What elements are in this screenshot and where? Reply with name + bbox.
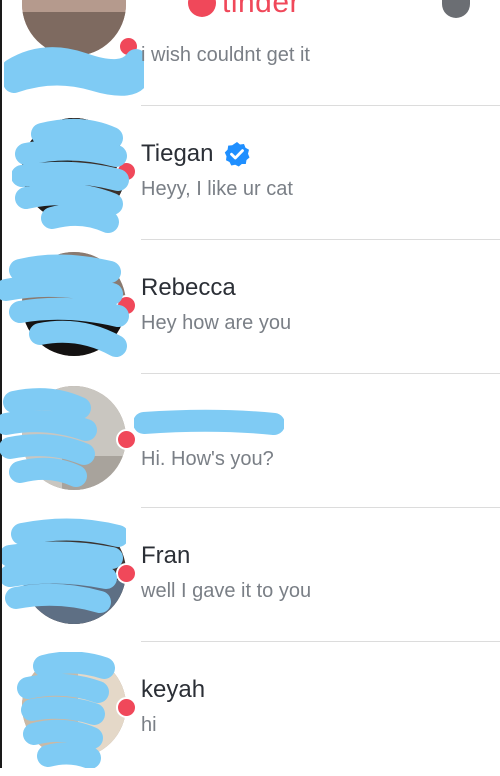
- contact-name-text: Fran: [141, 542, 191, 569]
- contact-name-text: Tiegan: [141, 140, 214, 167]
- avatar[interactable]: [22, 654, 126, 758]
- contact-name: Tiegan: [141, 140, 250, 168]
- conversation-row[interactable]: Rebecca Hey how are you: [0, 240, 500, 374]
- verified-badge-icon: [224, 142, 249, 167]
- unread-dot: [116, 697, 137, 718]
- avatar[interactable]: [22, 252, 126, 356]
- contact-name-text: keyah: [141, 676, 206, 703]
- contact-name-text: Rebecca: [141, 274, 236, 301]
- conversation-row[interactable]: i wish couldnt get it: [0, 0, 500, 106]
- message-preview: Heyy, I like ur cat: [141, 178, 293, 200]
- contact-name: Rebecca: [141, 274, 236, 302]
- unread-dot: [116, 429, 137, 450]
- conversation-row[interactable]: keyah hi: [0, 642, 500, 776]
- message-preview: Hey how are you: [141, 312, 292, 334]
- message-preview: Hi. How's you?: [141, 448, 274, 470]
- unread-dot: [116, 295, 137, 316]
- redacted-name: [134, 409, 284, 435]
- avatar[interactable]: [22, 118, 126, 222]
- contact-name: Fran: [141, 542, 190, 570]
- conversation-row[interactable]: Fran well I gave it to you: [0, 508, 500, 642]
- conversation-row[interactable]: Tiegan Heyy, I like ur cat: [0, 106, 500, 240]
- unread-dot: [116, 563, 137, 584]
- avatar[interactable]: [22, 0, 126, 56]
- contact-name: keyah: [141, 676, 205, 704]
- unread-dot: [116, 161, 137, 182]
- message-preview: i wish couldnt get it: [141, 44, 310, 66]
- message-preview: hi: [141, 714, 157, 736]
- unread-dot: [118, 36, 139, 57]
- avatar[interactable]: [22, 386, 126, 490]
- message-preview: well I gave it to you: [141, 580, 312, 602]
- avatar[interactable]: [22, 520, 126, 624]
- conversation-row[interactable]: Hi. How's you?: [0, 374, 500, 508]
